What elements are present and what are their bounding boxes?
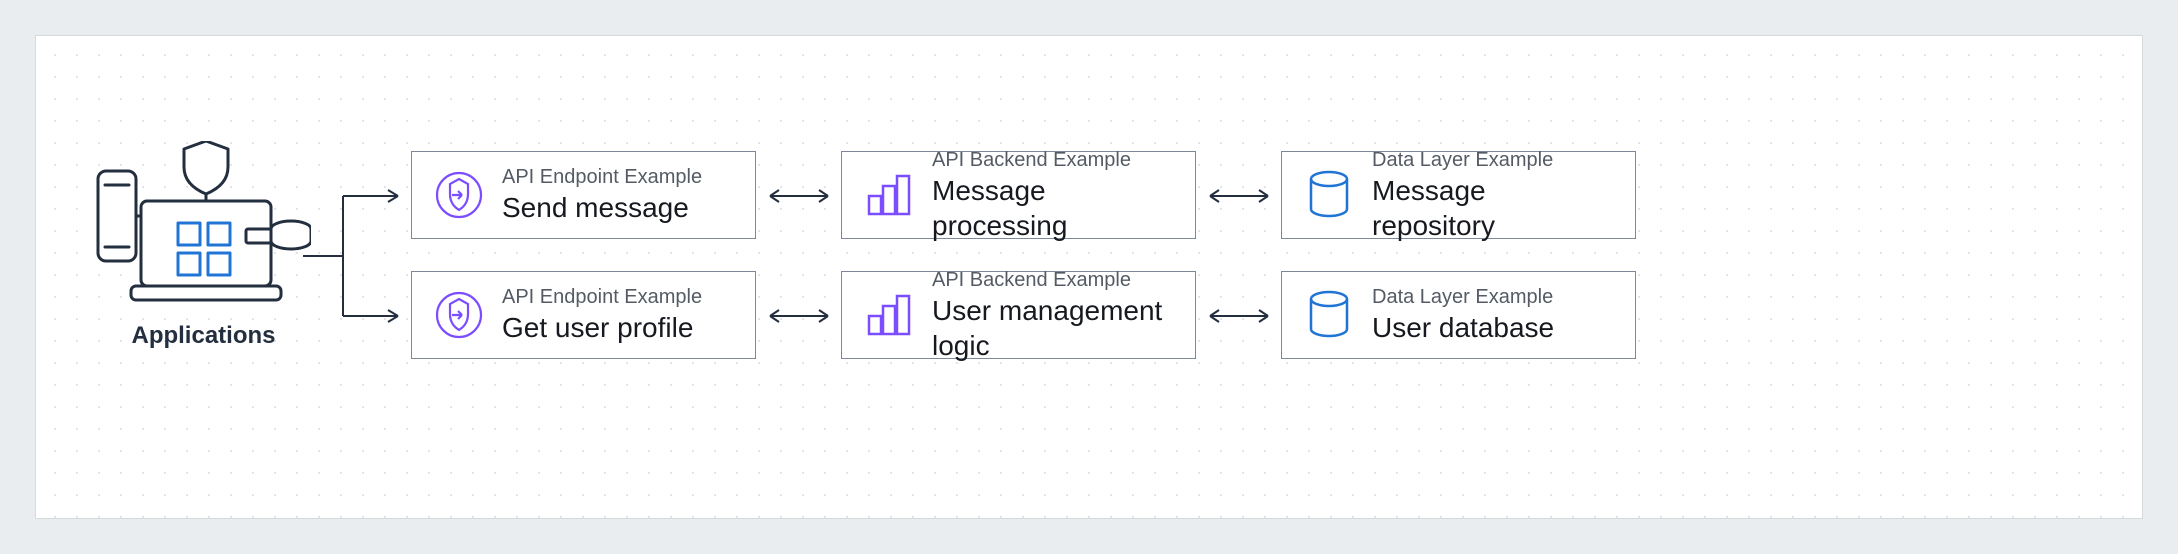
card-subtitle: API Backend Example xyxy=(932,148,1173,173)
phone-icon xyxy=(98,171,136,261)
bar-chart-icon xyxy=(864,170,914,220)
card-title: Send message xyxy=(502,190,702,225)
applications-label: Applications xyxy=(96,322,311,350)
shield-icon xyxy=(184,141,228,201)
card-subtitle: API Endpoint Example xyxy=(502,285,702,310)
card-subtitle: Data Layer Example xyxy=(1372,148,1613,173)
database-icon xyxy=(1304,170,1354,220)
card-backend-2: API Backend Example User management logi… xyxy=(841,271,1196,359)
split-arrow xyxy=(298,171,413,346)
double-arrow xyxy=(1204,306,1274,326)
card-data-2: Data Layer Example User database xyxy=(1281,271,1636,359)
card-title: User database xyxy=(1372,310,1554,345)
card-endpoint-2: API Endpoint Example Get user profile xyxy=(411,271,756,359)
api-gateway-icon xyxy=(434,290,484,340)
card-subtitle: Data Layer Example xyxy=(1372,285,1554,310)
applications-cluster: Applications xyxy=(96,141,311,341)
applications-icons xyxy=(96,141,311,316)
database-icon xyxy=(1304,290,1354,340)
connector-icon xyxy=(246,229,271,243)
card-subtitle: API Endpoint Example xyxy=(502,165,702,190)
card-title: Message repository xyxy=(1372,173,1613,243)
card-title: Message processing xyxy=(932,173,1173,243)
diagram-canvas: Applications API Endpoint Example Send m… xyxy=(35,35,2143,519)
bar-chart-icon xyxy=(864,290,914,340)
double-arrow xyxy=(764,306,834,326)
double-arrow xyxy=(764,186,834,206)
api-gateway-icon xyxy=(434,170,484,220)
card-title: Get user profile xyxy=(502,310,702,345)
card-endpoint-1: API Endpoint Example Send message xyxy=(411,151,756,239)
card-data-1: Data Layer Example Message repository xyxy=(1281,151,1636,239)
double-arrow xyxy=(1204,186,1274,206)
laptop-icon xyxy=(131,201,281,300)
card-title: User management logic xyxy=(932,293,1173,363)
card-backend-1: API Backend Example Message processing xyxy=(841,151,1196,239)
card-subtitle: API Backend Example xyxy=(932,268,1173,293)
diagram-frame: Applications API Endpoint Example Send m… xyxy=(0,0,2178,554)
